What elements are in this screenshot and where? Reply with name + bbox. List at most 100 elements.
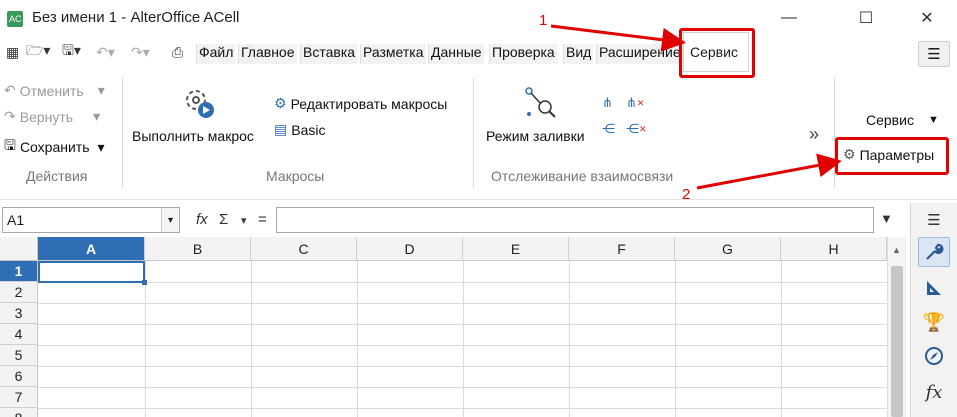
active-cell[interactable]	[38, 261, 145, 283]
tab-home[interactable]: Главное	[238, 44, 297, 64]
grid-line	[675, 261, 676, 417]
basic-button[interactable]: ▤ Basic	[274, 121, 325, 138]
formula-input[interactable]	[276, 207, 874, 233]
double-chevron-icon: »	[809, 124, 820, 144]
expand-formula-icon[interactable]: ▼	[880, 211, 893, 226]
grid-line	[38, 345, 887, 346]
fill-mode-button[interactable]: Режим заливки	[486, 128, 585, 144]
fill-mode-label: Режим заливки	[486, 128, 585, 144]
annotation-number-2: 2	[682, 186, 691, 203]
close-icon: ✕	[920, 10, 934, 27]
save-label: Сохранить	[19, 139, 90, 155]
grid-line	[38, 366, 887, 367]
run-macro-icon	[186, 90, 214, 118]
basic-icon: ▤	[274, 121, 288, 137]
group-separator	[473, 78, 474, 188]
column-header[interactable]: D	[357, 237, 463, 261]
redo-icon: ↷	[4, 108, 16, 124]
hamburger-icon: ☰	[927, 46, 941, 63]
caret-down-icon: ▼	[927, 114, 939, 126]
sidebar-functions-button[interactable]: fx	[918, 377, 950, 407]
column-header[interactable]: H	[781, 237, 887, 261]
row-header[interactable]: 3	[0, 303, 38, 324]
open-folder-icon[interactable]: 🗁▾	[26, 42, 50, 61]
column-header[interactable]: G	[675, 237, 781, 261]
sidebar-navigator-button[interactable]	[918, 341, 950, 371]
sidebar-styles-button[interactable]	[918, 273, 950, 303]
name-box-dropdown[interactable]: ▾	[161, 208, 179, 232]
annotation-number-1: 1	[539, 12, 548, 29]
function-wizard-button[interactable]: fx	[196, 211, 208, 228]
sheet-icon[interactable]: ▦	[6, 43, 19, 61]
edit-macros-button[interactable]: ⚙ Редактировать макросы	[274, 95, 447, 112]
annotation-box-options	[835, 137, 949, 175]
trace-precedents-icon[interactable]: ⋔	[602, 94, 613, 112]
service-dropdown[interactable]: Сервис ▼	[866, 112, 939, 128]
row-header[interactable]: 8	[0, 408, 38, 417]
tab-review[interactable]: Проверка	[489, 44, 557, 64]
scrollbar-thumb[interactable]	[891, 266, 903, 417]
hamburger-icon: ☰	[927, 212, 941, 229]
select-all-corner[interactable]	[0, 237, 38, 261]
minimize-button[interactable]: —	[766, 0, 812, 36]
grid-line	[38, 282, 887, 283]
save-icon[interactable]: 🖫▾	[62, 42, 81, 61]
chevron-down-icon: ▾	[97, 82, 105, 98]
run-macro-label: Выполнить макрос	[132, 128, 254, 144]
window-title: Без имени 1 - AlterOffice ACell	[32, 9, 240, 26]
redo-icon[interactable]: ↷▾	[131, 43, 150, 61]
column-header[interactable]: F	[569, 237, 675, 261]
svg-text:AC: AC	[9, 14, 22, 24]
tab-data[interactable]: Данные	[428, 44, 484, 64]
spreadsheet-grid[interactable]: A B C D E F G H 1 2 3 4 5 6 7 8	[0, 237, 887, 417]
column-header[interactable]: A	[38, 237, 145, 261]
tab-insert[interactable]: Вставка	[300, 44, 358, 64]
row-header[interactable]: 7	[0, 387, 38, 408]
sum-button[interactable]: Σ	[219, 211, 228, 228]
column-header[interactable]: E	[463, 237, 569, 261]
row-header[interactable]: 6	[0, 366, 38, 387]
basic-label: Basic	[291, 121, 326, 138]
sidebar-menu-button[interactable]: ☰	[918, 205, 950, 235]
chevron-down-icon[interactable]: ▾	[241, 214, 247, 227]
scroll-up-icon[interactable]: ▲	[892, 245, 901, 255]
trace-dependents-icon[interactable]: ⋲	[602, 120, 615, 138]
grid-line	[781, 261, 782, 417]
edit-macros-label: Редактировать макросы	[290, 95, 448, 112]
row-header[interactable]: 1	[0, 261, 38, 282]
redo-button[interactable]: ↷ Вернуть ▾	[4, 108, 100, 125]
tab-view[interactable]: Вид	[563, 44, 594, 64]
app-logo-icon: AC	[7, 11, 23, 27]
name-box[interactable]: A1	[2, 207, 180, 233]
row-header[interactable]: 5	[0, 345, 38, 366]
chevron-down-icon: ▾	[97, 138, 105, 155]
sidebar-properties-button[interactable]	[918, 237, 950, 267]
maximize-button[interactable]: ☐	[843, 0, 889, 36]
remove-precedents-icon[interactable]: ⋔ ✕	[626, 94, 644, 112]
tab-file[interactable]: Файл	[196, 44, 236, 64]
redo-label: Вернуть	[19, 108, 74, 125]
sidebar-gallery-button[interactable]: 🏆	[918, 307, 950, 337]
grid-line	[463, 261, 464, 417]
group-label-macros: Макросы	[266, 168, 325, 184]
tab-layout[interactable]: Разметка	[360, 44, 426, 64]
save-button[interactable]: 🖫 Сохранить ▾	[4, 135, 105, 159]
equals-button[interactable]: =	[258, 211, 267, 228]
row-header[interactable]: 4	[0, 324, 38, 345]
fill-handle[interactable]	[142, 280, 147, 285]
undo-button[interactable]: ↶ Отменить ▾	[4, 82, 105, 99]
styles-icon	[927, 281, 941, 295]
run-macro-button[interactable]: Выполнить макрос	[132, 128, 254, 144]
print-icon[interactable]: ⎙	[172, 43, 183, 61]
ribbon-overflow-button[interactable]: »	[809, 124, 819, 145]
column-header[interactable]: B	[145, 237, 251, 261]
tab-extensions[interactable]: Расширение	[596, 44, 683, 64]
undo-icon[interactable]: ↶▾	[96, 43, 115, 61]
row-header[interactable]: 2	[0, 282, 38, 303]
column-header[interactable]: C	[251, 237, 357, 261]
grid-line	[569, 261, 570, 417]
grid-line	[38, 303, 887, 304]
close-button[interactable]: ✕	[904, 0, 950, 36]
menu-button[interactable]: ☰	[918, 41, 950, 67]
remove-dependents-icon[interactable]: ⋲ ✕	[626, 120, 647, 138]
